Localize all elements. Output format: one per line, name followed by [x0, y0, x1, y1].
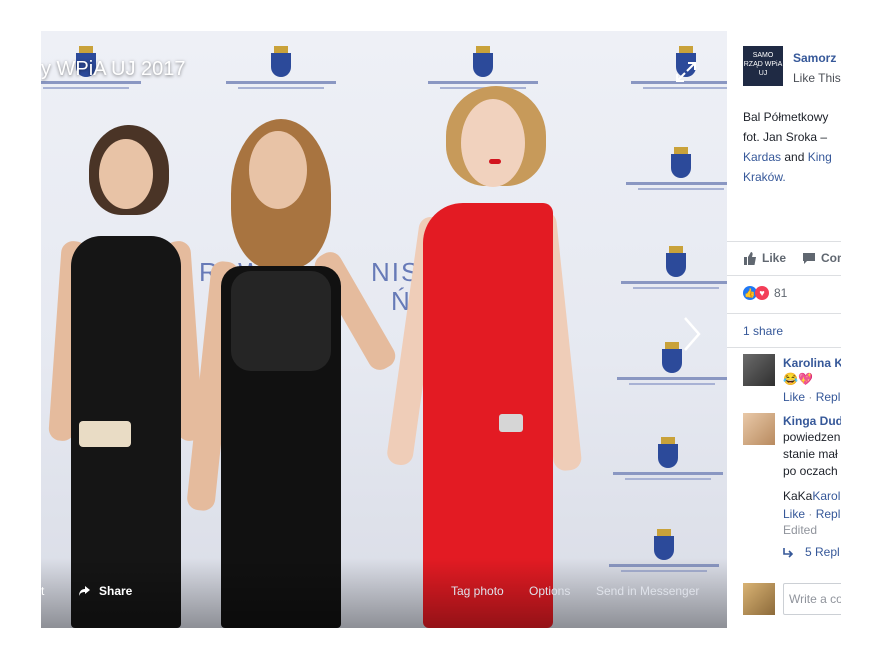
mentioned-person-link[interactable]: Karol [812, 489, 840, 503]
comment-reply-link[interactable]: Repl [816, 390, 841, 404]
share-button[interactable]: Share [78, 584, 132, 598]
share-label: Share [99, 584, 133, 598]
comment-actions: Like · Repl [783, 507, 841, 521]
comment-text-prefix: KaKa [783, 489, 813, 503]
like-this-page-link[interactable]: Like This [793, 71, 841, 85]
reaction-count: 81 [774, 286, 788, 300]
backdrop-logo [616, 147, 727, 204]
comment-actions: Like · Repl [783, 390, 841, 404]
caption-line: Bal Półmetkowy [743, 110, 829, 124]
page-avatar[interactable]: SAMO RZĄD WPiA UJ [743, 46, 783, 86]
comment-like-link[interactable]: Like [783, 390, 805, 404]
location-link[interactable]: Kraków. [743, 167, 832, 187]
backdrop-logo [603, 437, 727, 494]
options-button[interactable]: Options [529, 584, 570, 598]
edited-label: Edited [783, 523, 818, 537]
comment-like-link[interactable]: Like [783, 507, 805, 521]
photo-caption: Bal Półmetkowy fot. Jan Sroka – Kardas a… [743, 107, 832, 187]
shares-link[interactable]: 1 share [743, 324, 783, 338]
page-logo-text: SAMO RZĄD WPiA UJ [743, 52, 783, 77]
divider [727, 275, 841, 276]
page-name[interactable]: Samorz [793, 51, 836, 65]
comment-reply-link[interactable]: Repl [816, 507, 841, 521]
tag-photo-button[interactable]: Tag photo [451, 584, 504, 598]
reactions-summary[interactable]: 👍 ♥ 81 [743, 286, 787, 300]
reply-arrow-icon [783, 548, 794, 558]
divider [727, 347, 841, 348]
comment-text: KaKaKarol [783, 488, 840, 505]
backdrop-logo [216, 46, 346, 103]
commenter-avatar[interactable] [743, 354, 775, 386]
backdrop-logo [611, 246, 727, 303]
commenter-name[interactable]: Kinga Duda [783, 414, 841, 428]
comment-bubble-icon [803, 252, 816, 264]
tagged-person-link[interactable]: King [808, 150, 832, 164]
photo-action-fragment[interactable]: t [41, 584, 44, 598]
expand-icon[interactable] [674, 60, 698, 84]
comment-text: 😂💖 [783, 372, 813, 386]
current-user-avatar [743, 583, 775, 615]
like-comment-bar: Like Com [743, 251, 841, 265]
comment-label: Com [821, 251, 841, 265]
like-button[interactable]: Like [743, 251, 786, 265]
love-reaction-icon: ♥ [755, 286, 769, 300]
like-label: Like [762, 251, 787, 265]
comment-button[interactable]: Com [802, 251, 841, 265]
write-comment-input[interactable]: Write a co [783, 583, 841, 615]
caption-line: fot. Jan Sroka – [743, 130, 828, 144]
replies-count: 5 Repl [805, 545, 840, 559]
share-arrow-icon [79, 586, 90, 596]
divider [727, 241, 841, 242]
album-title[interactable]: y WPiA UJ 2017 [41, 58, 186, 81]
comment-text-line: po oczach [783, 464, 838, 478]
backdrop-logo [607, 342, 727, 399]
next-photo-chevron-icon[interactable] [681, 314, 705, 354]
caption-and: and [781, 150, 808, 164]
photo[interactable]: RAW NIST ŃSK [41, 31, 727, 628]
thumbs-up-icon [744, 251, 756, 265]
commenter-name[interactable]: Karolina K [783, 356, 841, 370]
comment-text-line: stanie mał [783, 447, 838, 461]
photo-viewer: RAW NIST ŃSK [41, 31, 841, 628]
send-in-messenger-button[interactable]: Send in Messenger [596, 584, 699, 598]
photo-sidebar: SAMO RZĄD WPiA UJ Samorz Like This Bal P… [727, 31, 841, 628]
comment-text-line: powiedzen [783, 430, 841, 444]
caption-line: Kardas and King [743, 147, 832, 167]
tagged-person-link[interactable]: Kardas [743, 150, 781, 164]
divider [727, 313, 841, 314]
commenter-avatar[interactable] [743, 413, 775, 445]
